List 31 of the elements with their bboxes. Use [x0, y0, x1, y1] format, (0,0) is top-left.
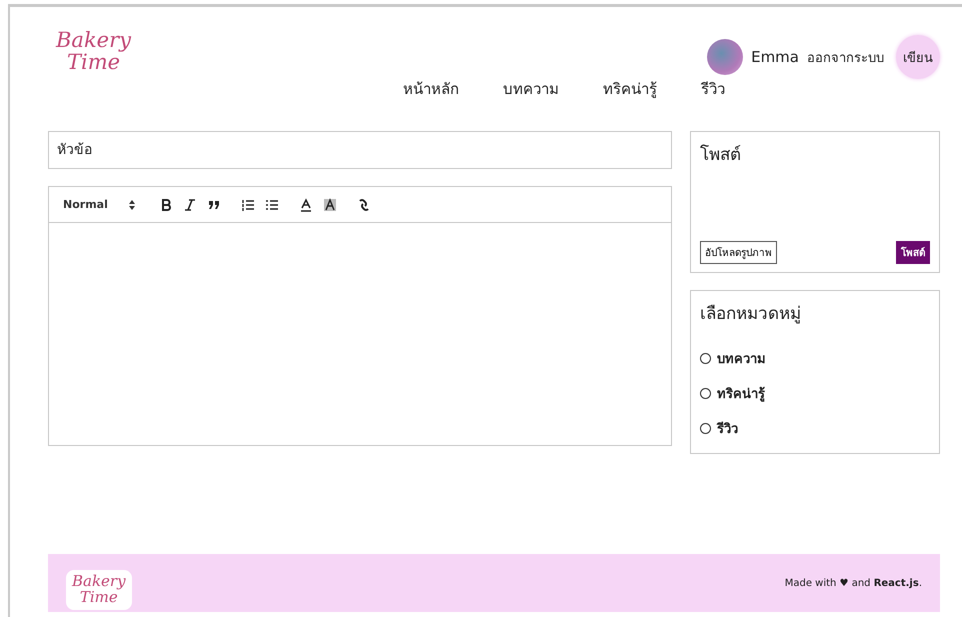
- post-button[interactable]: โพสต์: [896, 241, 930, 264]
- ordered-list-icon[interactable]: [241, 198, 255, 212]
- radio-button[interactable]: [700, 353, 711, 364]
- panel-title: เลือกหมวดหมู่: [700, 303, 802, 326]
- select-arrows-icon[interactable]: [129, 200, 135, 210]
- category-label: บทความ: [717, 351, 766, 369]
- panel-title: โพสต์: [700, 144, 742, 167]
- nav-link[interactable]: บทความ: [503, 77, 559, 101]
- text-color-icon[interactable]: [299, 198, 313, 212]
- footer-logo[interactable]: Bakery Time: [66, 570, 132, 610]
- upload-image-button[interactable]: อัปโหลดรูปภาพ: [700, 241, 777, 264]
- logout-link[interactable]: ออกจากระบบ: [807, 46, 884, 68]
- link-icon[interactable]: [357, 198, 371, 212]
- format-select[interactable]: Normal: [63, 198, 129, 211]
- category-label: รีวิว: [717, 420, 738, 439]
- radio-button[interactable]: [700, 423, 711, 434]
- nav-link[interactable]: หน้าหลัก: [403, 77, 459, 101]
- footer-credit: Made with ♥ and React.js.: [784, 578, 922, 588]
- nav-link[interactable]: รีวิว: [701, 77, 725, 101]
- title-field[interactable]: หัวข้อ: [48, 131, 672, 169]
- write-button[interactable]: เขียน: [896, 35, 940, 79]
- nav-link[interactable]: ทริคน่ารู้: [603, 77, 657, 101]
- background-color-icon[interactable]: [323, 198, 337, 212]
- user-avatar[interactable]: [707, 39, 744, 75]
- bakery-logo[interactable]: Bakery Time: [48, 29, 132, 74]
- bullet-list-icon[interactable]: [265, 198, 279, 212]
- italic-icon[interactable]: [183, 198, 197, 212]
- user-name: Emma: [751, 48, 799, 66]
- category-label: ทริคน่ารู้: [717, 386, 765, 404]
- bold-icon[interactable]: [159, 198, 173, 212]
- radio-button[interactable]: [700, 388, 711, 399]
